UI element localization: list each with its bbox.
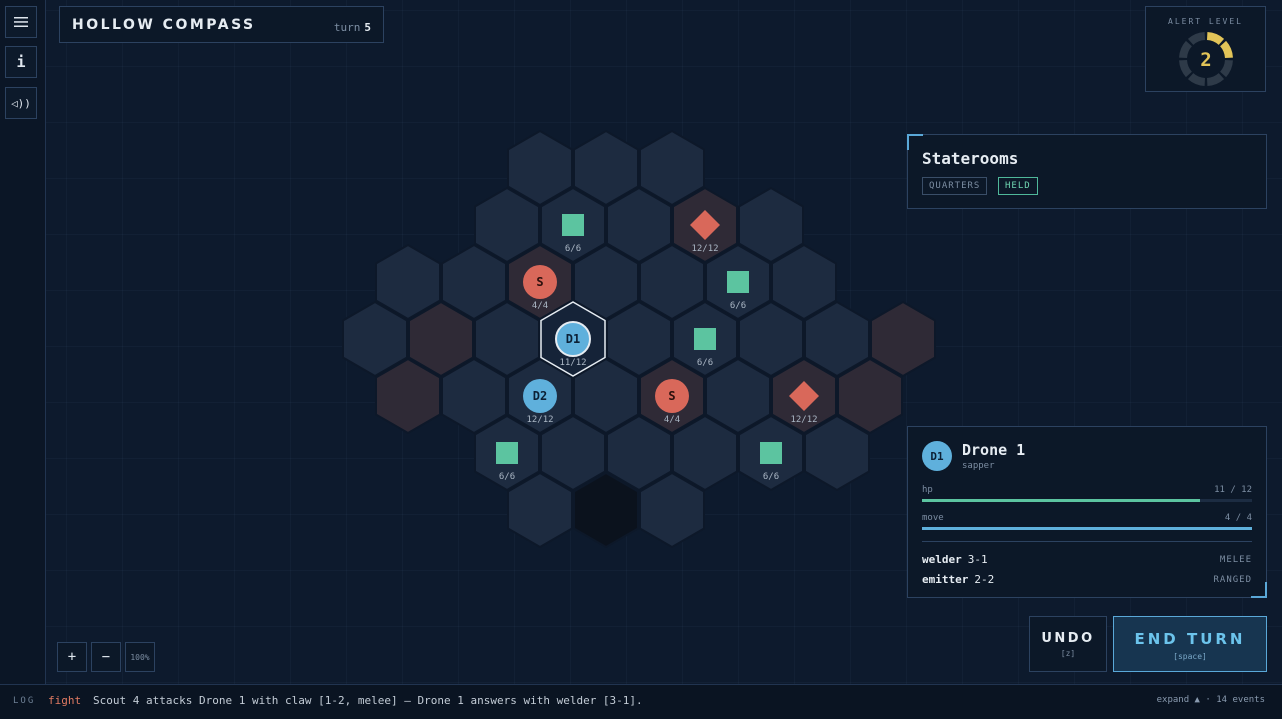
weapon-type: RANGED: [1213, 575, 1252, 585]
weapon-stat: 2-2: [974, 573, 995, 586]
unit-id-label: D1: [566, 332, 580, 346]
object-hp-label: 6/6: [730, 301, 746, 311]
hp-value: 11 / 12: [1214, 485, 1252, 495]
hp-label: hp: [922, 485, 933, 495]
undo-button[interactable]: UNDO [z]: [1029, 616, 1107, 672]
log-label: LOG: [13, 696, 36, 706]
unit-role: sapper: [962, 461, 995, 471]
object-hp-label: 12/12: [691, 244, 718, 254]
weapon-type: MELEE: [1219, 555, 1252, 565]
object-hp-label: 12/12: [790, 415, 817, 425]
unit-hp-label: 11/12: [559, 358, 586, 368]
weapon-row: emitter 2-2: [922, 573, 994, 586]
object-hp-label: 6/6: [565, 244, 581, 254]
unit-badge: D1: [922, 441, 952, 471]
room-name: Staterooms: [922, 149, 1019, 168]
undo-shortcut: [z]: [1060, 649, 1076, 658]
supply-crate-icon[interactable]: [760, 442, 782, 464]
unit-id-label: S: [668, 389, 675, 403]
zoom-reset-button[interactable]: 100%: [125, 642, 155, 672]
zoom-level: 100%: [130, 652, 150, 662]
hp-bar: [922, 499, 1252, 502]
object-hp-label: 6/6: [499, 472, 515, 482]
supply-crate-icon[interactable]: [694, 328, 716, 350]
panel-corner: [1251, 582, 1267, 598]
supply-crate-icon[interactable]: [496, 442, 518, 464]
weapon-name: emitter: [922, 573, 969, 586]
unit-hp-label: 4/4: [532, 301, 548, 311]
panel-corner: [907, 134, 923, 150]
weapon-name: welder: [922, 553, 962, 566]
minus-icon: −: [101, 649, 111, 665]
move-bar-fill: [922, 527, 1252, 530]
unit-id-label: D2: [533, 389, 547, 403]
move-label: move: [922, 513, 944, 523]
object-hp-label: 6/6: [763, 472, 779, 482]
room-tag-status: HELD: [998, 177, 1038, 195]
weapon-row: welder 3-1: [922, 553, 988, 566]
undo-label: UNDO: [1041, 631, 1095, 646]
room-info-panel: Staterooms QUARTERS HELD: [907, 134, 1267, 209]
log-expand-toggle[interactable]: expand ▲ · 14 events: [1157, 695, 1265, 705]
zoom-in-button[interactable]: +: [57, 642, 87, 672]
end-turn-label: END TURN: [1134, 630, 1246, 648]
log-bar: LOG fight Scout 4 attacks Drone 1 with c…: [0, 684, 1282, 719]
plus-icon: +: [67, 649, 77, 665]
hp-bar-fill: [922, 499, 1201, 502]
supply-crate-icon[interactable]: [727, 271, 749, 293]
move-value: 4 / 4: [1224, 513, 1252, 523]
object-hp-label: 6/6: [697, 358, 713, 368]
unit-name: Drone 1: [962, 441, 1026, 459]
unit-hp-label: 4/4: [664, 415, 680, 425]
room-tag-type: QUARTERS: [922, 177, 988, 195]
weapon-stat: 3-1: [967, 553, 988, 566]
supply-crate-icon[interactable]: [562, 214, 584, 236]
end-turn-button[interactable]: END TURN [space]: [1113, 616, 1267, 672]
end-turn-shortcut: [space]: [1173, 652, 1207, 661]
move-bar: [922, 527, 1252, 530]
log-event-kind: fight: [48, 694, 82, 707]
log-message: Scout 4 attacks Drone 1 with claw [1-2, …: [93, 694, 643, 707]
divider: [922, 541, 1252, 542]
unit-info-panel: D1 Drone 1 sapper hp 11 / 12 move 4 / 4 …: [907, 426, 1267, 598]
unit-hp-label: 12/12: [526, 415, 553, 425]
zoom-out-button[interactable]: −: [91, 642, 121, 672]
unit-id-label: S: [536, 275, 543, 289]
